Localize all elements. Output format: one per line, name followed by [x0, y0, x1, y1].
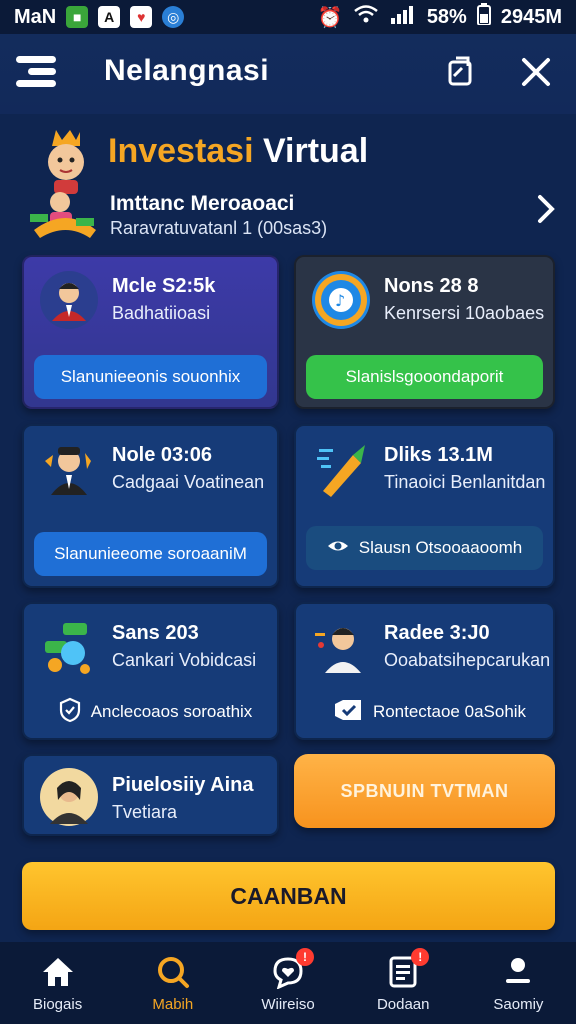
- search-icon: [155, 954, 191, 990]
- nav-label: Saomiy: [493, 995, 544, 1013]
- promo-button[interactable]: SPBNUIN TVTMAN: [294, 754, 555, 828]
- alarm-icon: ⏰: [317, 6, 343, 29]
- card-subtitle: Badhatiioasi: [112, 303, 211, 323]
- card-title: Nole 03:06: [112, 444, 213, 466]
- card-title: Sans 203: [112, 622, 199, 644]
- chevron-right-icon[interactable]: [536, 192, 556, 234]
- app-notification-icon: ■: [66, 6, 89, 28]
- investment-card[interactable]: Nole 03:06 Cadgaai Voatinean Slanunieeom…: [22, 424, 279, 588]
- person-avatar-icon: [40, 271, 98, 329]
- music-disc-icon: ♪: [312, 271, 370, 329]
- hero-subtitle: Imttanc Meroaoaci: [110, 192, 295, 215]
- nav-label: Wiireiso: [261, 995, 315, 1013]
- rocket-pen-icon: [312, 440, 370, 498]
- investment-card[interactable]: Radee 3:J0 Ooabatsihepcarukan Rontectaoe…: [294, 602, 555, 740]
- investment-card[interactable]: Dliks 13.1M Tinaoici Benlanitdan Slausn …: [294, 424, 555, 588]
- clock-time: 2945M: [500, 5, 562, 28]
- nav-item-profile[interactable]: Saomiy: [461, 942, 576, 1024]
- nav-item-documents[interactable]: ! Dodaan: [346, 942, 461, 1024]
- profile-card[interactable]: Piuelosiiy Aina Tvetiara: [22, 754, 279, 836]
- nav-label: Mabih: [152, 995, 194, 1013]
- person-avatar-icon: [40, 440, 98, 498]
- card-action-button[interactable]: Slanunieeome soroaaniM: [34, 532, 267, 576]
- card-action-button[interactable]: Slanunieeonis souonhix: [34, 355, 267, 399]
- hero-title-part2: Virtual: [253, 132, 369, 170]
- document-icon: !: [385, 947, 430, 990]
- notification-badge: !: [296, 947, 314, 966]
- eye-icon: [327, 537, 349, 560]
- page-title: Nelangnasi: [104, 54, 269, 88]
- card-subtitle: Kenrsersi 10aobaes: [384, 303, 545, 323]
- status-bar: MaN ■ A ♥ ◎ ⏰ 58% 2945M: [0, 0, 576, 34]
- heart-notification-icon: ♥: [130, 6, 153, 28]
- card-subtitle: Tvetiara: [112, 802, 178, 822]
- carrier-label: MaN: [14, 5, 57, 28]
- svg-text:♪: ♪: [335, 291, 345, 310]
- battery-percent: 58%: [426, 5, 467, 28]
- nav-label: Dodaan: [376, 995, 430, 1013]
- card-title: Mcle S2:5k: [112, 275, 216, 297]
- card-title: Radee 3:J0: [384, 622, 490, 644]
- hero-title: Investasi Virtual: [108, 132, 368, 171]
- card-subtitle: Cankari Vobidcasi: [112, 650, 257, 670]
- user-avatar-icon: [40, 768, 98, 826]
- card-action-button[interactable]: Slanislsgooondaporit: [306, 355, 543, 399]
- nav-item-messages[interactable]: ! Wiireiso: [230, 942, 345, 1024]
- card-action-label: Rontectaoe 0aSohik: [372, 702, 527, 721]
- investment-card[interactable]: Mcle S2:5k Badhatiioasi Slanunieeonis so…: [22, 255, 279, 409]
- battery-icon: [476, 3, 491, 31]
- share-icon[interactable]: [440, 52, 480, 92]
- nav-item-search[interactable]: Mabih: [115, 942, 230, 1024]
- card-action-link[interactable]: Anclecoaos soroathix: [44, 692, 267, 732]
- wifi-icon: [353, 4, 379, 30]
- check-badge-icon: [333, 698, 363, 727]
- person-avatar-icon: [312, 618, 370, 676]
- card-title: Piuelosiiy Aina: [112, 774, 254, 796]
- page-title-text: Nelangnasi: [104, 54, 270, 87]
- card-action-link[interactable]: Rontectaoe 0aSohik: [316, 692, 543, 732]
- mascot-illustration-icon: [30, 126, 102, 251]
- primary-action-button[interactable]: CAANBAN: [22, 862, 555, 930]
- shield-icon: [59, 697, 81, 728]
- globe-notification-icon: ◎: [162, 6, 185, 28]
- signal-icon: [389, 4, 417, 30]
- card-subtitle: Cadgaai Voatinean: [112, 472, 265, 492]
- card-title: Nons 28 8: [384, 275, 479, 297]
- card-action-button[interactable]: Slausn Otsooaaoomh: [306, 526, 543, 570]
- home-icon: [40, 954, 76, 990]
- nav-label: Biogais: [33, 995, 83, 1013]
- hero-title-part1: Investasi: [108, 132, 254, 170]
- hero-banner[interactable]: Investasi Virtual Imttanc Meroaoaci Rara…: [0, 118, 576, 253]
- money-stack-icon: [40, 618, 98, 676]
- card-action-label: Anclecoaos soroathix: [90, 702, 253, 721]
- card-subtitle: Tinaoici Benlanitdan: [384, 472, 546, 492]
- user-icon: [500, 954, 536, 990]
- card-action-label: Slausn Otsooaaoomh: [358, 538, 523, 557]
- card-title: Dliks 13.1M: [384, 444, 493, 466]
- card-subtitle: Ooabatsihepcarukan: [384, 650, 551, 670]
- bottom-navigation: Biogais Mabih ! Wiireiso ! Dodaan Saomiy: [0, 942, 576, 1024]
- investment-card[interactable]: Sans 203 Cankari Vobidcasi Anclecoaos so…: [22, 602, 279, 740]
- chat-heart-icon: !: [270, 947, 314, 990]
- close-icon[interactable]: [516, 52, 556, 92]
- letter-notification-icon: A: [98, 6, 121, 28]
- notification-badge: !: [411, 947, 430, 966]
- nav-item-home[interactable]: Biogais: [0, 942, 115, 1024]
- menu-icon[interactable]: [16, 56, 56, 90]
- app-header: Nelangnasi: [0, 34, 576, 114]
- investment-card[interactable]: ♪ Nons 28 8 Kenrsersi 10aobaes Slanislsg…: [294, 255, 555, 409]
- hero-caption: Raravratuvatanl 1 (00sas3): [110, 218, 328, 238]
